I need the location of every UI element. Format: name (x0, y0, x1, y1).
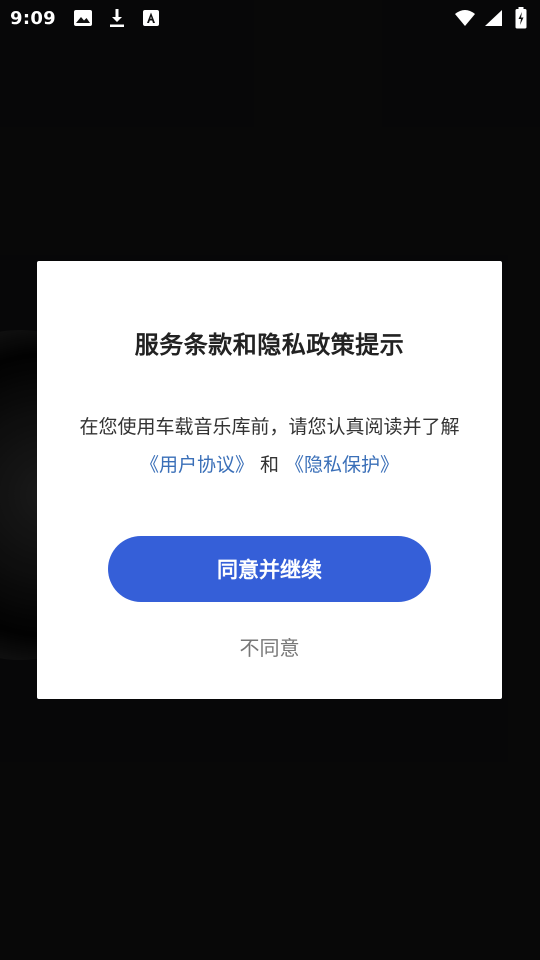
signal-icon (482, 7, 504, 29)
user-agreement-link[interactable]: 《用户协议》 (140, 454, 254, 476)
link-joiner: 和 (259, 454, 279, 476)
dialog-body-text: 在您使用车载音乐库前，请您认真阅读并了解 (79, 416, 460, 438)
dialog-title: 服务条款和隐私政策提示 (134, 331, 405, 359)
terms-privacy-dialog: 服务条款和隐私政策提示 在您使用车载音乐库前，请您认真阅读并了解 《用户协议》和… (37, 261, 502, 699)
font-a-icon (140, 7, 162, 29)
agree-continue-button[interactable]: 同意并继续 (108, 536, 431, 602)
privacy-protection-link[interactable]: 《隐私保护》 (285, 454, 399, 476)
status-bar: 9:09 (0, 0, 540, 36)
disagree-button[interactable]: 不同意 (240, 632, 300, 661)
screen: 9:09 服务条款和隐私政策提示 在您使用车载音乐库前，请您认真阅读并了解 《用… (0, 0, 540, 960)
status-time: 9:09 (10, 7, 56, 29)
wifi-icon (454, 7, 476, 29)
download-icon (106, 7, 128, 29)
dialog-links-line: 《用户协议》和《隐私保护》 (79, 446, 459, 484)
dialog-body: 在您使用车载音乐库前，请您认真阅读并了解 《用户协议》和《隐私保护》 (79, 408, 459, 484)
battery-charging-icon (510, 7, 532, 29)
image-icon (72, 7, 94, 29)
